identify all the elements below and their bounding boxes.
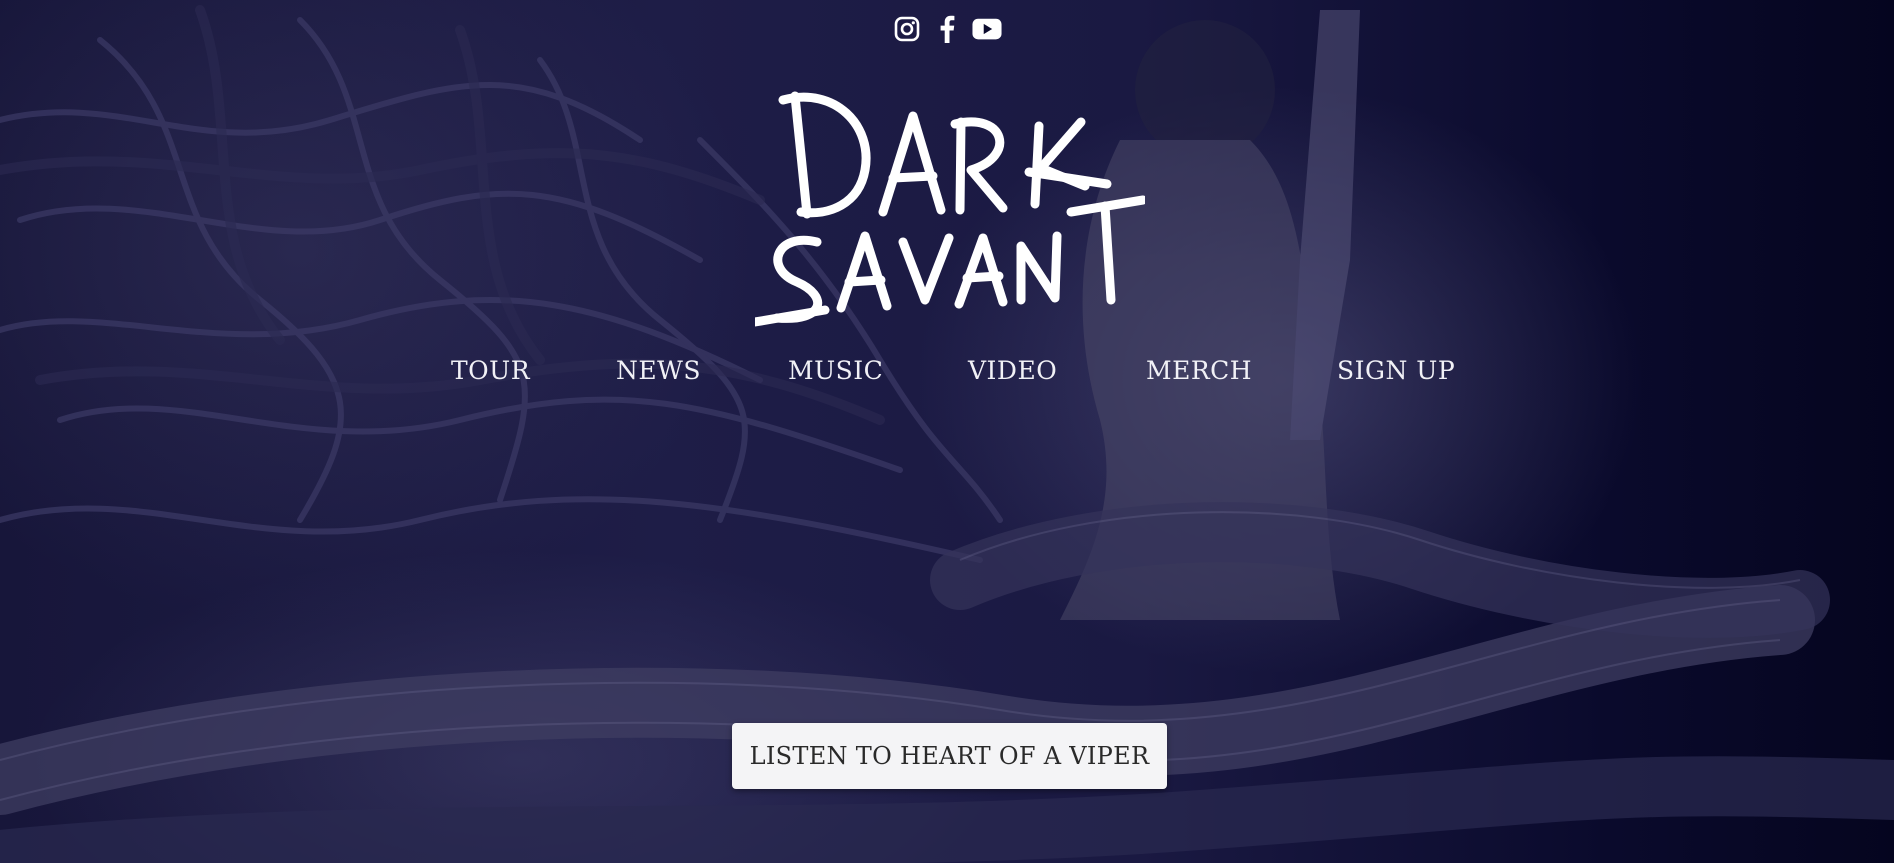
nav-item-tour[interactable]: TOUR (451, 356, 530, 385)
nav-item-video[interactable]: VIDEO (968, 356, 1057, 385)
instagram-icon[interactable] (892, 14, 922, 44)
nav-item-merch[interactable]: MERCH (1146, 356, 1252, 385)
nav-item-sign-up[interactable]: SIGN UP (1337, 356, 1455, 385)
band-logo[interactable] (755, 86, 1145, 331)
nav-item-news[interactable]: NEWS (616, 356, 701, 385)
facebook-icon[interactable] (932, 14, 962, 44)
nav-item-music[interactable]: MUSIC (788, 356, 883, 385)
youtube-icon[interactable] (972, 14, 1002, 44)
main-nav: TOUR NEWS MUSIC VIDEO MERCH SIGN UP (0, 356, 1894, 396)
hero-section: TOUR NEWS MUSIC VIDEO MERCH SIGN UP LIST… (0, 0, 1894, 863)
listen-button[interactable]: LISTEN TO HEART OF A VIPER (732, 723, 1167, 789)
social-links (0, 14, 1894, 44)
